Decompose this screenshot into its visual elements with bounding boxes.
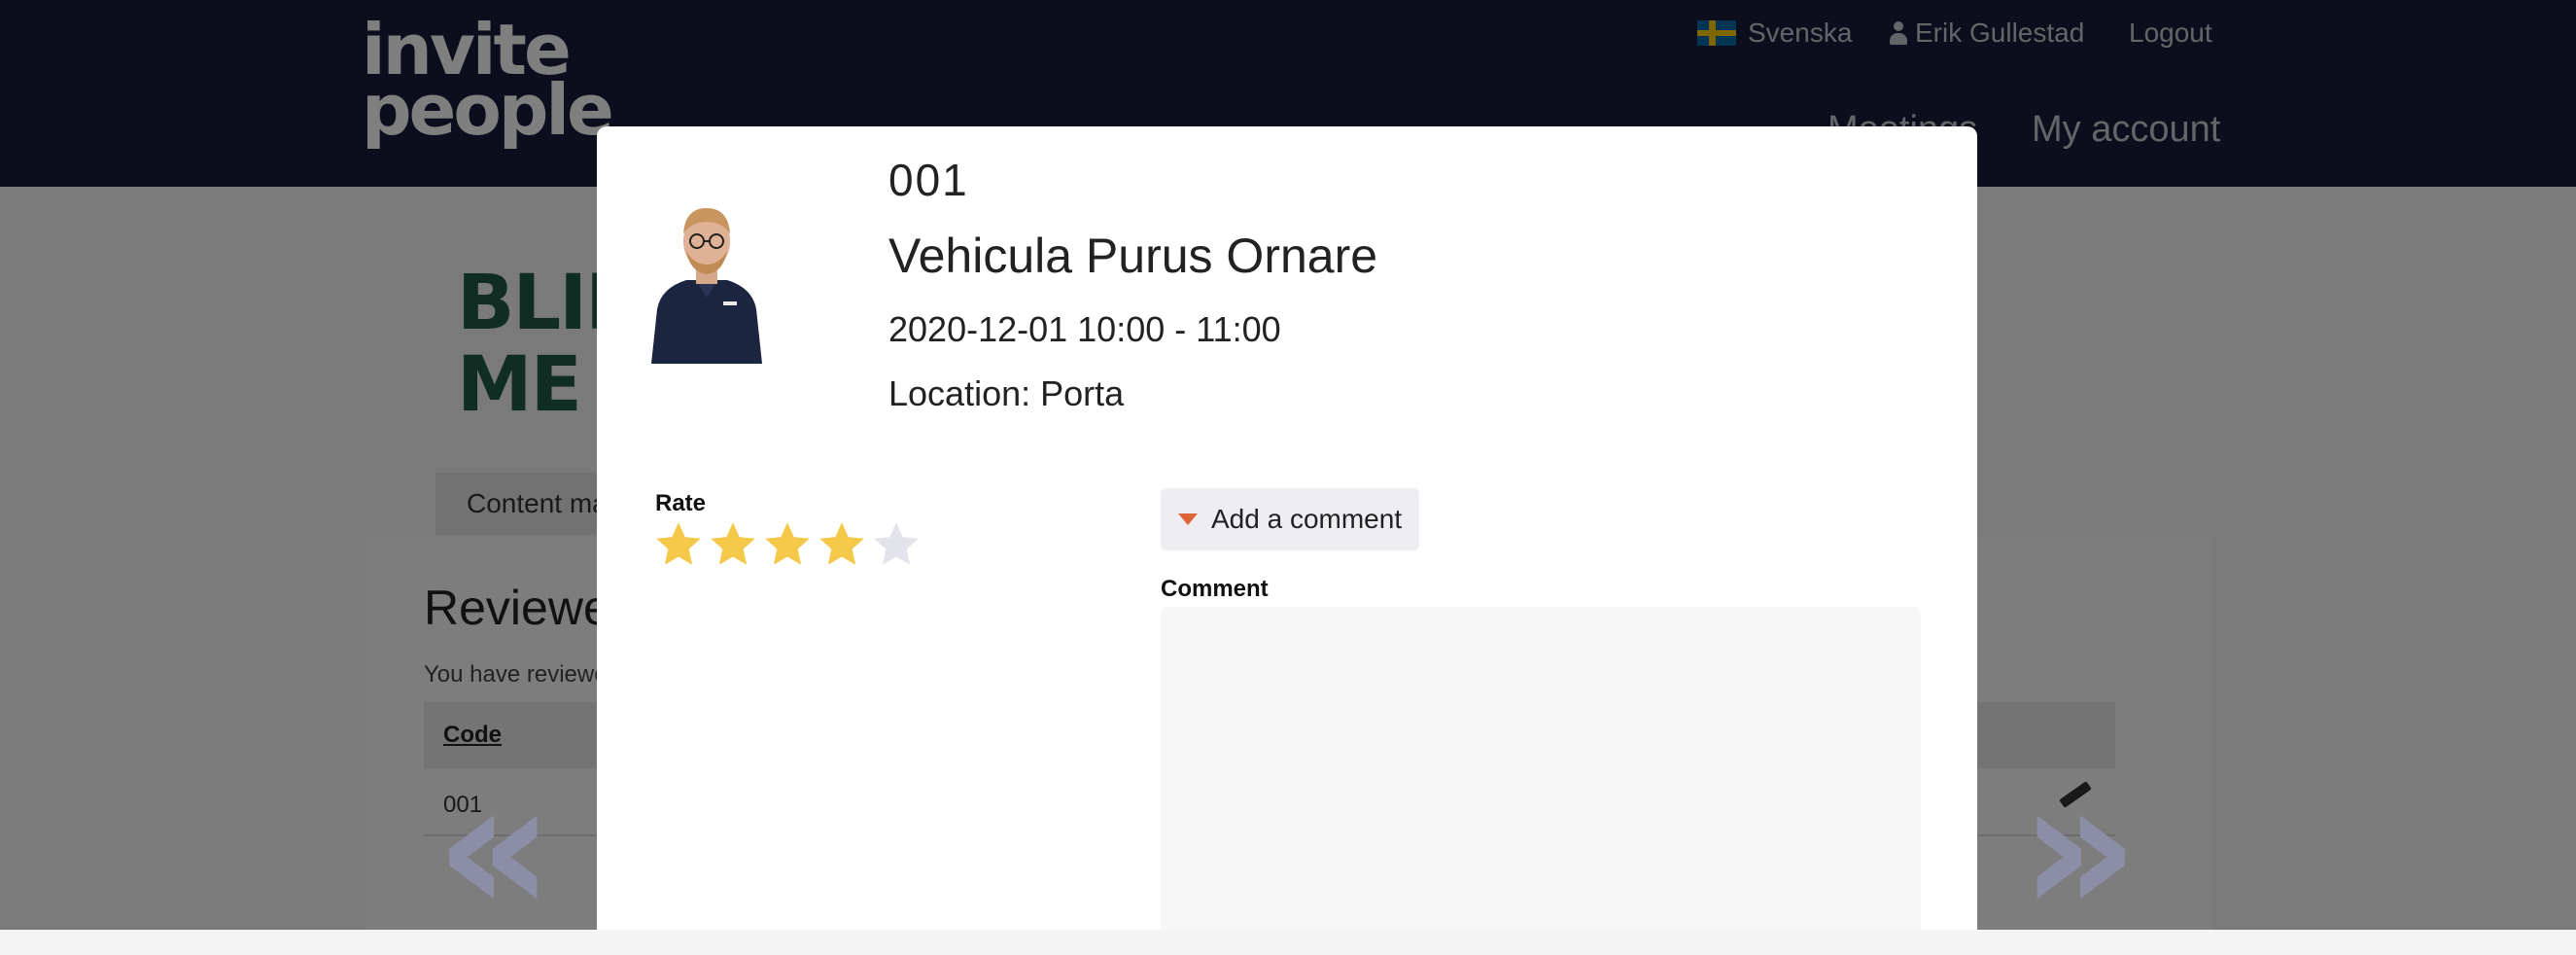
review-modal: 001 Vehicula Purus Ornare 2020-12-01 10:… — [597, 126, 1977, 930]
meeting-location: Location: Porta — [888, 373, 1125, 413]
add-comment-toggle[interactable]: Add a comment — [1161, 488, 1419, 550]
star-rating[interactable] — [653, 519, 922, 570]
double-chevron-left-icon[interactable]: « — [432, 756, 558, 940]
star-icon[interactable] — [653, 519, 704, 570]
comment-textarea[interactable] — [1161, 607, 1921, 930]
speaker-photo — [644, 175, 770, 364]
caret-down-icon — [1178, 513, 1198, 525]
comment-label: Comment — [1161, 576, 1269, 602]
star-icon[interactable] — [708, 519, 758, 570]
rate-label: Rate — [655, 490, 707, 516]
add-comment-label: Add a comment — [1211, 504, 1403, 534]
star-icon[interactable] — [762, 519, 813, 570]
double-chevron-right-icon[interactable]: » — [2016, 756, 2142, 940]
meeting-title: Vehicula Purus Ornare — [888, 229, 1378, 283]
star-icon[interactable] — [817, 519, 867, 570]
meeting-code: 001 — [888, 155, 969, 205]
star-icon[interactable] — [871, 519, 922, 570]
meeting-time: 2020-12-01 10:00 - 11:00 — [888, 309, 1281, 349]
